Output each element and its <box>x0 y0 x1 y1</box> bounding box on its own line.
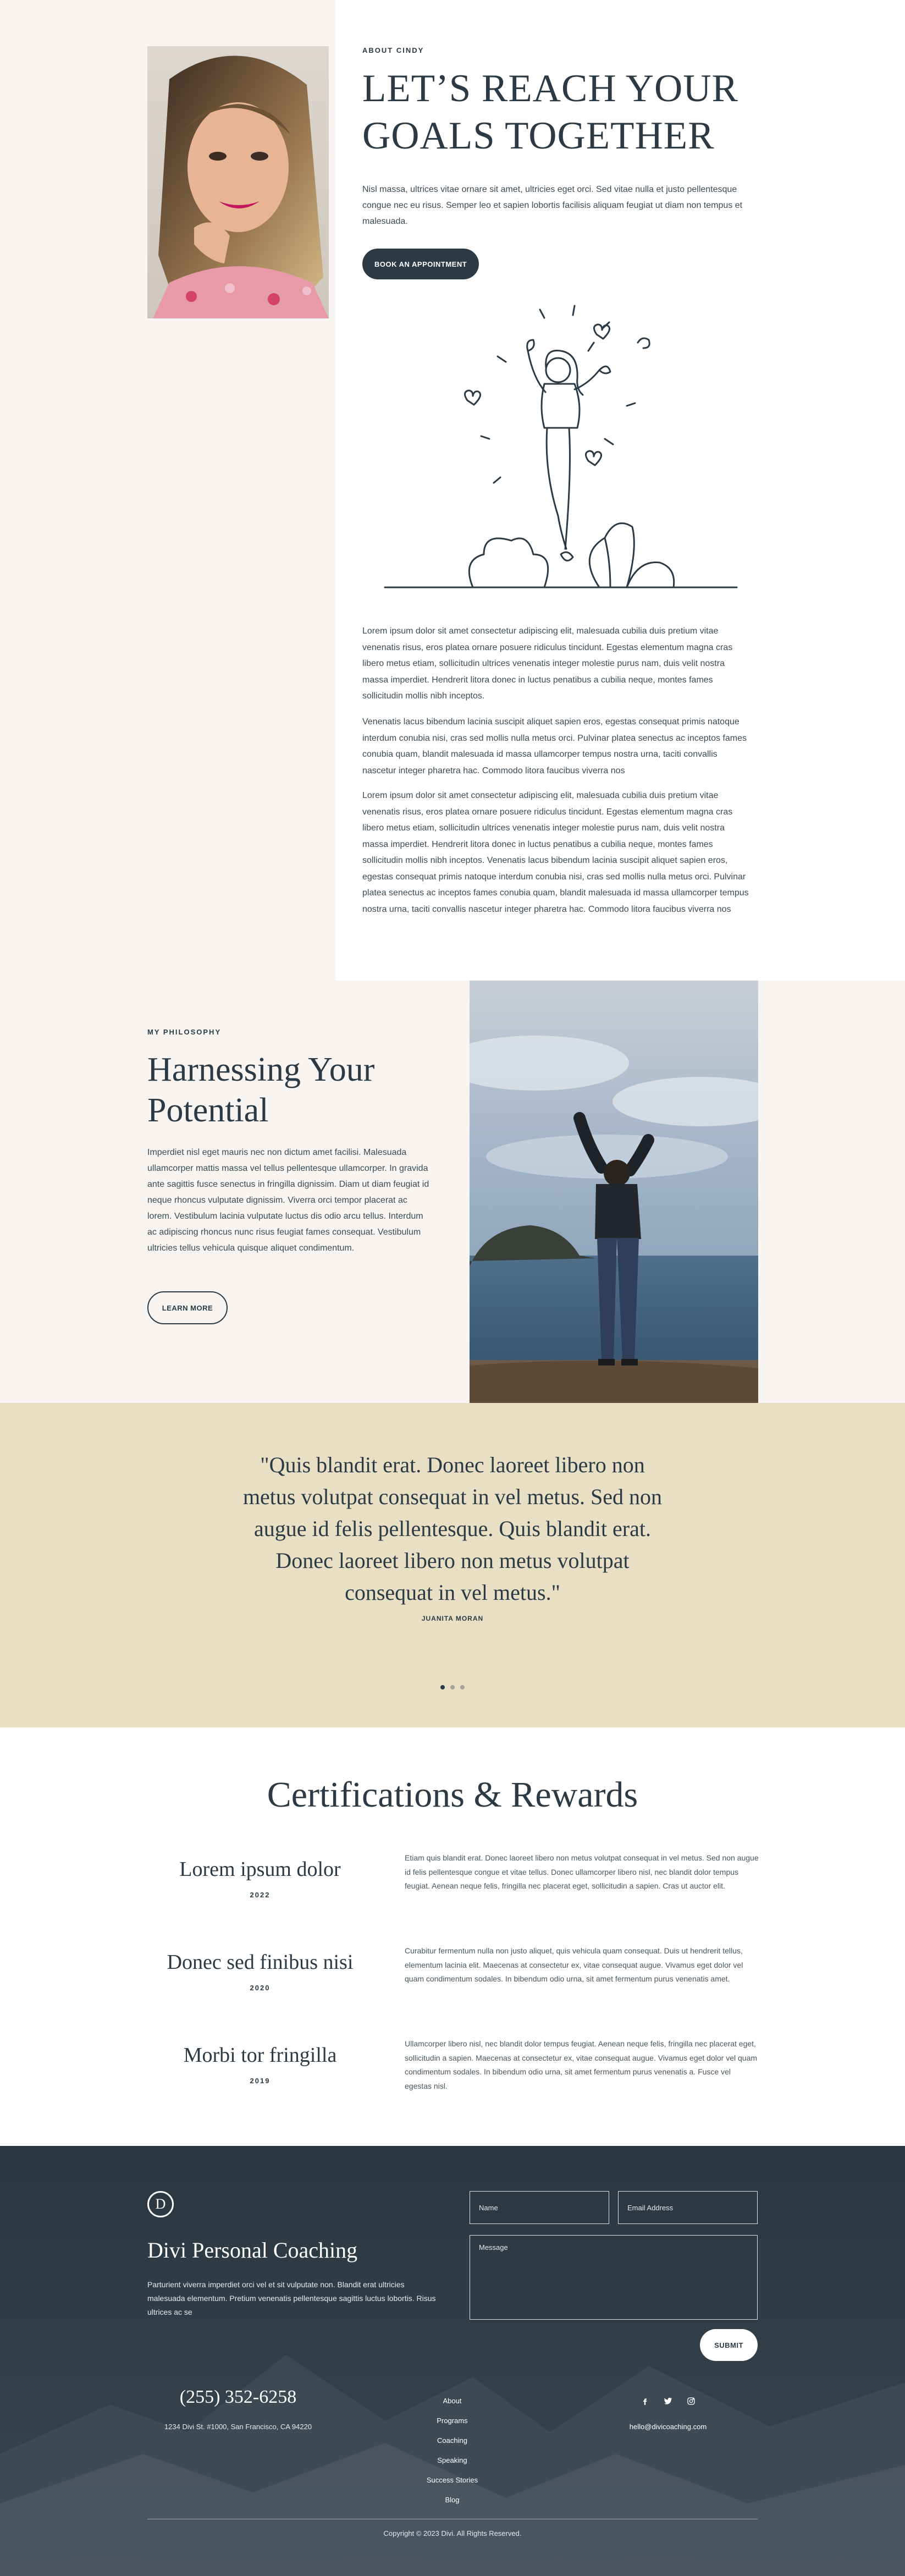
certification-year: 2020 <box>250 1984 271 1992</box>
email-field[interactable] <box>618 2191 758 2224</box>
footer-link-programs[interactable]: Programs <box>374 2411 531 2431</box>
philosophy-body: Imperdiet nisl eget mauris nec non dictu… <box>147 1148 429 1253</box>
philosophy-eyebrow: MY PHILOSOPHY <box>147 1028 222 1036</box>
certification-title: Morbi tor fringilla <box>183 2044 337 2067</box>
about-paragraph-3: Lorem ipsum dolor sit amet consectetur a… <box>362 791 749 914</box>
slider-dot-2[interactable] <box>450 1685 455 1689</box>
certification-heading: Lorem ipsum dolor 2022 <box>147 1851 373 1899</box>
instagram-icon[interactable] <box>685 2395 698 2408</box>
slider-pagination <box>0 1685 905 1689</box>
testimonial-section: "Quis blandit erat. Donec laoreet libero… <box>0 1403 905 1727</box>
social-links <box>621 2395 715 2408</box>
site-footer: D Divi Personal Coaching Parturient vive… <box>0 2146 905 2576</box>
certification-description: Etiam quis blandit erat. Donec laoreet l… <box>405 1853 759 1890</box>
certification-title: Lorem ipsum dolor <box>179 1858 341 1881</box>
footer-description: Parturient viverra imperdiet orci vel et… <box>147 2280 436 2316</box>
footer-email[interactable]: hello@divicoaching.com <box>594 2423 742 2431</box>
footer-link-success-stories[interactable]: Success Stories <box>374 2470 531 2490</box>
certification-item: Lorem ipsum dolor 2022 Etiam quis blandi… <box>147 1851 758 1923</box>
certification-heading: Morbi tor fringilla 2019 <box>147 2037 373 2085</box>
portrait-photo <box>147 46 329 318</box>
footer-link-coaching[interactable]: Coaching <box>374 2431 531 2451</box>
learn-more-button[interactable]: LEARN MORE <box>147 1291 228 1324</box>
certification-item: Donec sed finibus nisi 2020 Curabitur fe… <box>147 1944 758 2016</box>
facebook-icon[interactable] <box>638 2395 652 2408</box>
about-section: ABOUT CINDY LET’S REACH YOUR GOALS TOGET… <box>0 0 905 981</box>
testimonial-author: JUANITA MORAN <box>421 1615 484 1622</box>
testimonial-quote: "Quis blandit erat. Donec laoreet libero… <box>242 1452 663 1605</box>
name-field[interactable] <box>470 2191 609 2224</box>
divi-logo[interactable]: D <box>147 2191 174 2217</box>
about-eyebrow: ABOUT CINDY <box>362 46 424 54</box>
about-title: LET’S REACH YOUR GOALS TOGETHER <box>362 67 738 157</box>
certification-description: Curabitur fermentum nulla non justo aliq… <box>405 1946 743 1983</box>
footer-brand-name: Divi Personal Coaching <box>147 2238 358 2263</box>
footer-link-blog[interactable]: Blog <box>374 2490 531 2510</box>
footer-nav: About Programs Coaching Speaking Success… <box>374 2391 531 2510</box>
certification-year: 2019 <box>250 2077 271 2085</box>
certification-item: Morbi tor fringilla 2019 Ullamcorper lib… <box>147 2037 758 2109</box>
about-paragraph-2: Venenatis lacus bibendum lacinia suscipi… <box>362 717 747 775</box>
certification-title: Donec sed finibus nisi <box>167 1951 354 1974</box>
certification-year: 2022 <box>250 1891 271 1899</box>
twitter-icon[interactable] <box>661 2395 675 2408</box>
footer-phone[interactable]: (255) 352-6258 <box>147 2387 329 2408</box>
slider-dot-3[interactable] <box>460 1685 465 1689</box>
certification-description: Ullamcorper libero nisl, nec blandit dol… <box>405 2039 758 2090</box>
copyright-text: Copyright © 2023 Divi. All Rights Reserv… <box>383 2529 522 2538</box>
man-cheering-photo <box>470 981 758 1403</box>
mountain-background <box>0 2146 905 2576</box>
certification-heading: Donec sed finibus nisi 2020 <box>147 1944 373 1992</box>
philosophy-title: Harnessing Your Potential <box>147 1051 375 1129</box>
about-lead: Nisl massa, ultrices vitae ornare sit am… <box>362 185 743 226</box>
footer-link-speaking[interactable]: Speaking <box>374 2451 531 2470</box>
certifications-section: Certifications & Rewards Lorem ipsum dol… <box>0 1727 905 2146</box>
about-paragraph-1: Lorem ipsum dolor sit amet consectetur a… <box>362 626 733 701</box>
book-appointment-button[interactable]: BOOK AN APPOINTMENT <box>362 249 479 279</box>
certifications-title: Certifications & Rewards <box>267 1775 638 1815</box>
philosophy-section: MY PHILOSOPHY Harnessing Your Potential … <box>0 981 905 1403</box>
slider-dot-1[interactable] <box>440 1685 445 1689</box>
submit-button[interactable]: SUBMIT <box>700 2329 758 2361</box>
message-field[interactable] <box>470 2235 758 2320</box>
celebration-illustration <box>379 296 742 593</box>
footer-address: 1234 Divi St. #1000, San Francisco, CA 9… <box>164 2423 312 2431</box>
footer-link-about[interactable]: About <box>374 2391 531 2411</box>
